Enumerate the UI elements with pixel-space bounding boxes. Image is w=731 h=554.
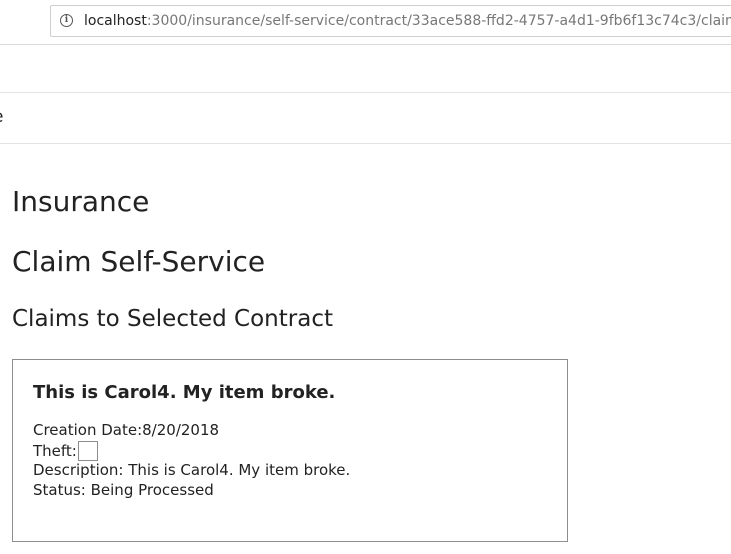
claim-status: Status: Being Processed — [33, 481, 214, 499]
claim-title: This is Carol4. My item broke. — [33, 382, 336, 403]
status-value: Being Processed — [90, 481, 214, 499]
description-label: Description: — [33, 461, 129, 479]
url-host: localhost — [84, 13, 147, 29]
url-path: :3000/insurance/self-service/contract/33… — [146, 13, 731, 29]
page-title-insurance: Insurance — [12, 185, 150, 218]
status-label: Status: — [33, 481, 91, 499]
description-value: This is Carol4. My item broke. — [128, 461, 351, 479]
app-nav-bar: e — [0, 92, 731, 144]
url-text: localhost:3000/insurance/self-service/co… — [84, 13, 731, 29]
info-icon[interactable]: i — [60, 14, 73, 27]
page-subtitle-claim-self-service: Claim Self-Service — [12, 245, 266, 278]
creation-date-label: Creation Date: — [33, 421, 143, 439]
theft-checkbox[interactable] — [77, 441, 98, 461]
claim-card: This is Carol4. My item broke. Creation … — [12, 359, 568, 542]
claim-theft: Theft: — [33, 441, 98, 461]
nav-brand-fragment[interactable]: e — [0, 107, 3, 127]
section-title-claims-to-contract: Claims to Selected Contract — [12, 306, 333, 332]
claim-creation-date: Creation Date:8/20/2018 — [33, 421, 219, 439]
creation-date-value: 8/20/2018 — [142, 421, 220, 439]
address-bar[interactable]: i localhost:3000/insurance/self-service/… — [50, 5, 731, 37]
browser-toolbar: i localhost:3000/insurance/self-service/… — [0, 0, 731, 45]
claim-description: Description: This is Carol4. My item bro… — [33, 461, 350, 479]
theft-label: Theft: — [33, 442, 77, 460]
